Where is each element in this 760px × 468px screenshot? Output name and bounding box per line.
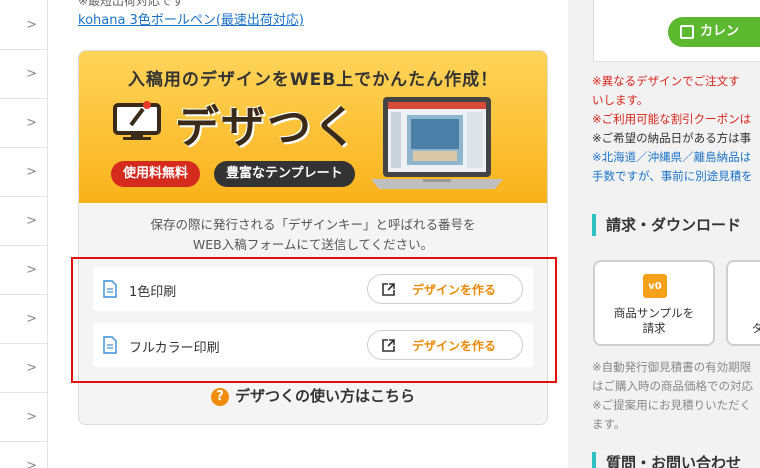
- highlight-box: [71, 257, 557, 383]
- note-line: 手数ですが、事前に別途見積を: [592, 169, 753, 183]
- shopping-bag-icon: v0: [643, 274, 667, 298]
- estimate-notes: ※自動発行御見積書の有効期限 はご購入時の商品価格での対応 ※ご提案用にお見積り…: [592, 358, 760, 434]
- banner-tagline: 入稿用のデザインをWEB上でかんたん作成！: [127, 70, 499, 90]
- dezatsuku-logo: デザつく: [175, 102, 359, 153]
- nav-row[interactable]: >: [0, 197, 47, 246]
- calendar-icon: [680, 25, 694, 39]
- sample-card-label: 商品サンプルを 請求: [595, 306, 713, 336]
- dezatsuku-banner[interactable]: 入稿用のデザインをWEB上でかんたん作成！ デザつく 使用料無料 豊富なテンプレ…: [79, 51, 547, 203]
- note-line: ※異なるデザインでご注文す: [592, 74, 740, 88]
- section-title-faq: 質問・お問い合わせ: [592, 452, 741, 468]
- note-line: ※北海道／沖縄県／離島納品は: [592, 150, 752, 164]
- description-line-2: WEB入稿フォームにて送信してください。: [192, 237, 434, 252]
- nav-row[interactable]: >: [0, 344, 47, 393]
- note-line: はご購入時の商品価格での対応: [592, 379, 753, 393]
- nav-row[interactable]: >: [0, 246, 47, 295]
- calendar-button-label: カレン: [700, 24, 740, 39]
- howto-link[interactable]: ? デザつくの使い方はこちら: [79, 385, 547, 406]
- nav-row[interactable]: >: [0, 50, 47, 99]
- nav-row[interactable]: >: [0, 393, 47, 442]
- chevron-right-icon: >: [26, 311, 37, 327]
- sample-card-line-2: 請求: [642, 321, 666, 335]
- download-card-label: ダ: [752, 321, 760, 335]
- template-badge: 豊富なテンプレート: [214, 161, 355, 187]
- monitor-pen-icon: [113, 101, 161, 140]
- chevron-right-icon: >: [26, 360, 37, 376]
- nav-row[interactable]: >: [0, 295, 47, 344]
- free-badge: 使用料無料: [111, 161, 201, 187]
- chevron-right-icon: >: [26, 164, 37, 180]
- note-line: ※ご提案用にお見積りいただく: [592, 398, 752, 412]
- chevron-right-icon: >: [26, 409, 37, 425]
- note-line: ます。: [592, 417, 626, 431]
- howto-label: デザつくの使い方はこちら: [234, 387, 415, 405]
- chevron-right-icon: >: [26, 262, 37, 278]
- chevron-right-icon: >: [26, 66, 37, 82]
- chevron-right-icon: >: [26, 458, 37, 468]
- right-sidebar: カレン ※異なるデザインでご注文す いします。 ※ご利用可能な割引クーポンは ※…: [568, 0, 760, 468]
- order-notes: ※異なるデザインでご注文す いします。 ※ご利用可能な割引クーポンは ※ご希望の…: [592, 72, 760, 186]
- note-line: ※ご希望の納品日がある方は事: [592, 131, 752, 145]
- calendar-button[interactable]: カレン: [668, 17, 760, 47]
- chevron-right-icon: >: [26, 17, 37, 32]
- left-category-nav: > > > > > > > > > >: [0, 0, 48, 468]
- laptop-illustration: [371, 97, 503, 189]
- sample-card-line-1: 商品サンプルを: [613, 306, 695, 320]
- download-card[interactable]: ダ: [726, 260, 760, 346]
- note-line: いします。: [592, 93, 649, 107]
- product-link[interactable]: kohana 3色ボールペン(最速出荷対応): [78, 9, 304, 28]
- section-title-download: 請求・ダウンロード: [592, 214, 741, 236]
- note-line: ※ご利用可能な割引クーポンは: [592, 112, 752, 126]
- note-line: ※自動発行御見積書の有効期限: [592, 360, 752, 374]
- product-note: ※最短出荷対応です: [78, 0, 185, 8]
- question-icon: ?: [210, 387, 229, 406]
- nav-row[interactable]: >: [0, 442, 47, 468]
- chevron-right-icon: >: [26, 213, 37, 229]
- nav-row[interactable]: >: [0, 148, 47, 197]
- chevron-right-icon: >: [26, 115, 37, 131]
- nav-row[interactable]: >: [0, 0, 47, 50]
- nav-row[interactable]: >: [0, 99, 47, 148]
- description-line-1: 保存の際に発行される「デザインキー」と呼ばれる番号を: [150, 217, 476, 232]
- design-key-description: 保存の際に発行される「デザインキー」と呼ばれる番号を WEB入稿フォームにて送信…: [79, 215, 547, 255]
- sample-request-card[interactable]: v0 商品サンプルを 請求: [593, 260, 715, 346]
